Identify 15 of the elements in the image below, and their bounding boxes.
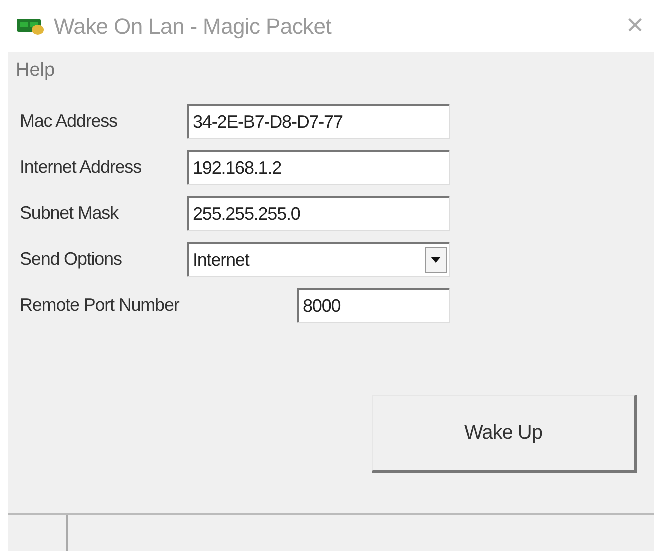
field-label: Remote Port Number	[20, 294, 180, 317]
app-icon	[16, 16, 46, 36]
input-field[interactable]: 255.255.255.0	[187, 196, 450, 231]
input-field[interactable]: 8000	[297, 288, 450, 323]
menu-item[interactable]: Help	[14, 56, 58, 86]
dropdown-field[interactable]: Internet	[187, 242, 450, 277]
input-field[interactable]: 34-2E-B7-D8-D7-77	[187, 104, 450, 139]
caret-icon	[431, 257, 441, 263]
field-label: Internet Address	[20, 156, 142, 179]
wake-up-button[interactable]: Wake Up	[372, 395, 637, 473]
field-label: Mac Address	[20, 110, 118, 133]
field-label: Subnet Mask	[20, 202, 120, 225]
window-title: Wake On Lan - Magic Packet	[54, 12, 332, 41]
input-field[interactable]: 192.168.1.2	[187, 150, 450, 185]
field-label: Send Options	[20, 248, 123, 271]
